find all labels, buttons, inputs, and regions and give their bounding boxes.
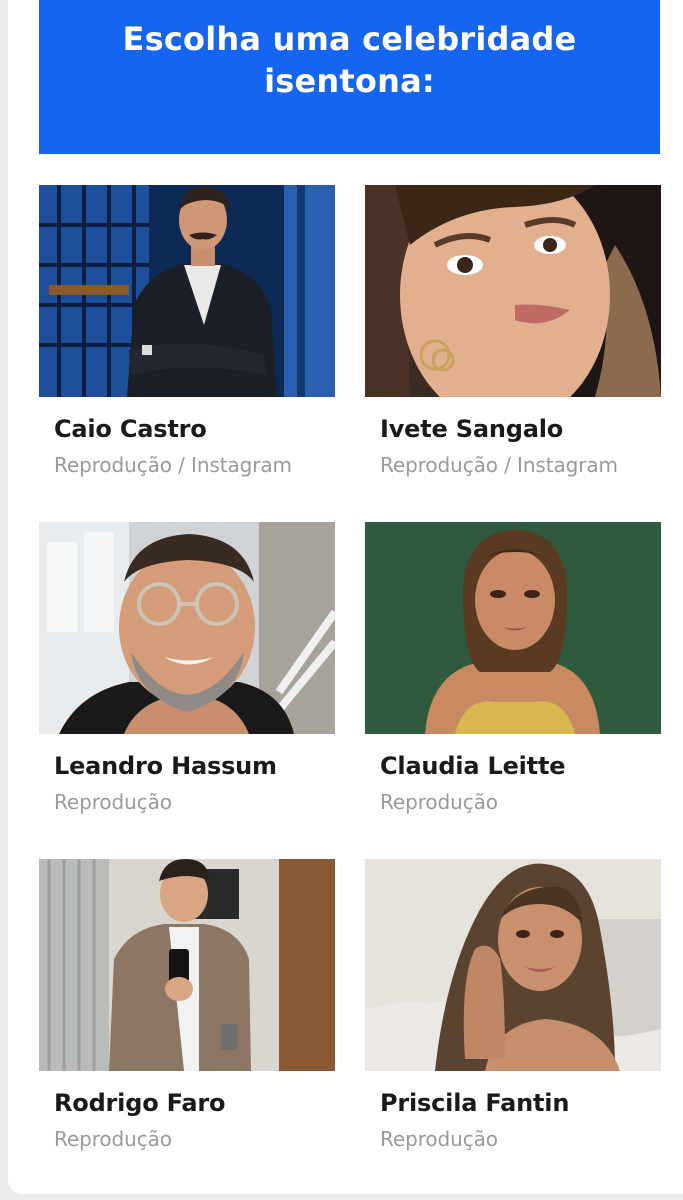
question-header: Escolha uma celebridade isentona: [39,0,660,154]
photo-credit: Reprodução / Instagram [54,453,292,477]
photo-credit: Reprodução [380,1127,498,1151]
celebrity-name: Claudia Leitte [380,752,566,780]
celebrity-name: Caio Castro [54,415,207,443]
celebrity-photo [39,185,335,397]
photo-credit: Reprodução [54,790,172,814]
celebrity-name: Priscila Fantin [380,1089,570,1117]
celebrity-photo [39,859,335,1071]
celebrity-photo [365,859,661,1071]
celebrity-name: Rodrigo Faro [54,1089,226,1117]
question-title: Escolha uma celebridade isentona: [122,20,577,100]
photo-credit: Reprodução / Instagram [380,453,618,477]
celebrity-name: Leandro Hassum [54,752,277,780]
photo-credit: Reprodução [380,790,498,814]
celebrity-photo [365,522,661,734]
photo-credit: Reprodução [54,1127,172,1151]
celebrity-photo [39,522,335,734]
celebrity-name: Ivete Sangalo [380,415,564,443]
celebrity-photo [365,185,661,397]
